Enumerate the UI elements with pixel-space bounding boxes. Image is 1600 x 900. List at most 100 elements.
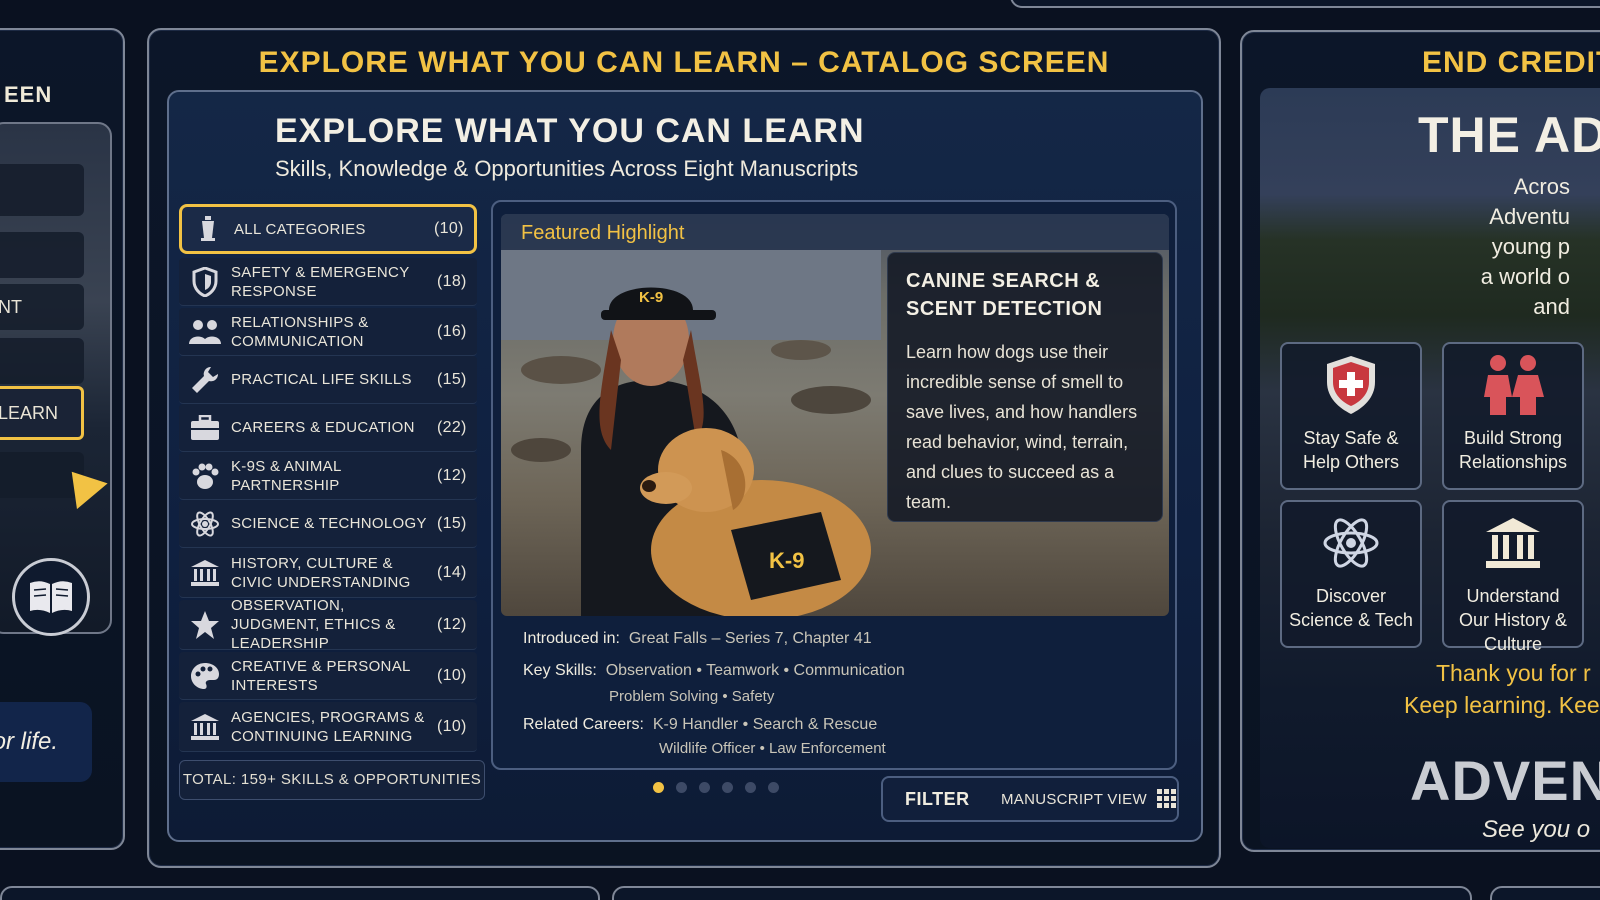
end-credits-screen: THE ADVE Acros Adventu young p a world o… (1260, 88, 1600, 848)
category-count: (12) (437, 466, 467, 484)
category-count: (12) (437, 615, 467, 633)
left-menu-item-2[interactable] (0, 232, 84, 278)
category-label: K-9s & Animal Partnership (231, 457, 342, 494)
featured-title: CANINE SEARCH & SCENT DETECTION (906, 270, 1103, 320)
category-label: Science & Technology (231, 515, 427, 532)
featured-highlight-card[interactable]: Featured Highlight K-9 K-9 CANINE SEARCH… (491, 200, 1177, 770)
credits-intro-line-3: young p (1491, 234, 1570, 259)
catalog-screen-panel: EXPLORE WHAT YOU CAN LEARN – CATALOG SCR… (147, 28, 1221, 868)
pagination-dot[interactable] (768, 782, 779, 793)
end-credits-panel: END CREDITS - THE ADVE Acros Adventu you… (1240, 30, 1600, 852)
category-creative[interactable]: Creative & Personal Interests (10) (179, 652, 477, 700)
manuscript-view-button[interactable]: Manuscript View (995, 789, 1177, 809)
category-count: (15) (437, 514, 467, 532)
catalog-screen-label: EXPLORE WHAT YOU CAN LEARN – CATALOG SCR… (258, 46, 1110, 79)
category-label: Safety & Emergency Response (231, 263, 410, 300)
meta-skills-value: Observation • Teamwork • Communication (605, 662, 905, 679)
category-practical-life[interactable]: Practical Life Skills (15) (179, 356, 477, 404)
category-count: (10) (434, 220, 464, 237)
lantern-icon (182, 216, 234, 242)
credit-tile-safety: Stay Safe & Help Others (1280, 342, 1422, 490)
k9-handler-illustration: K-9 K-9 (501, 250, 881, 616)
left-screen-panel: EEN NT LEARN for life. (0, 28, 125, 850)
catalog-screen: EXPLORE WHAT YOU CAN LEARN Skills, Knowl… (167, 90, 1203, 842)
meta-skills-label: Key Skills: (523, 662, 597, 679)
credits-brand: ADVENT (1410, 749, 1600, 812)
category-count: (10) (437, 666, 467, 684)
category-count: (18) (437, 272, 467, 290)
credit-tile-label: Stay Safe & Help Others (1302, 428, 1400, 472)
pagination-dot[interactable] (653, 782, 664, 793)
category-count: (16) (437, 322, 467, 340)
category-count: (15) (437, 370, 467, 388)
meta-skills: Key Skills: Observation • Teamwork • Com… (523, 662, 905, 680)
shield-icon (179, 266, 231, 297)
left-menu-item-4[interactable] (0, 338, 84, 384)
meta-skills-value-2: Problem Solving • Safety (609, 688, 775, 705)
meta-introduced-value: Great Falls – Series 7, Chapter 41 (628, 630, 872, 647)
people-icon (1484, 355, 1544, 415)
credits-title: THE ADVE (1418, 107, 1600, 163)
category-agencies[interactable]: Agencies, Programs & Continuing Learning… (179, 702, 477, 752)
grid-icon (1156, 789, 1176, 808)
category-k9[interactable]: K-9s & Animal Partnership (12) (179, 452, 477, 500)
bottom-right-frame-edge (1490, 886, 1600, 900)
atom-icon (179, 509, 231, 539)
page-title: EXPLORE WHAT YOU CAN LEARN (275, 112, 865, 150)
left-phone-mockup: NT LEARN (0, 122, 112, 634)
category-label: Relationships & Communication (231, 313, 369, 350)
total-summary: TOTAL: 159+ SKILLS & OPPORTUNITIES (179, 760, 485, 800)
category-label: Observation, Judgment, Ethics & Leadersh… (231, 597, 396, 652)
featured-description: Learn how dogs use their incredible sens… (906, 342, 1138, 512)
credit-tile-relationships: Build Strong Relationships (1442, 342, 1584, 490)
category-observation[interactable]: Observation, Judgment, Ethics & Leadersh… (179, 597, 477, 652)
featured-photo: Featured Highlight K-9 K-9 CANINE SEARCH… (501, 214, 1169, 616)
credit-tile-science: Discover Science & Tech (1280, 500, 1422, 648)
paw-icon (179, 462, 231, 490)
pagination-dot[interactable] (722, 782, 733, 793)
category-count: (22) (437, 418, 467, 436)
credit-tile-label: Discover Science & Tech (1289, 586, 1413, 630)
left-menu-item-3[interactable]: NT (0, 284, 84, 330)
credits-intro-line-5: and (1533, 294, 1570, 319)
category-all[interactable]: All Categories (10) (179, 204, 477, 254)
pagination-dot[interactable] (745, 782, 756, 793)
credit-tile-label: Build Strong Relationships (1458, 428, 1568, 472)
pagination-dot[interactable] (699, 782, 710, 793)
category-careers[interactable]: Careers & Education (22) (179, 404, 477, 452)
filter-button[interactable]: FILTER (883, 789, 995, 810)
credits-thanks-line-2: Keep learning. Kee (1404, 692, 1600, 718)
left-tagline-text: for life. (0, 728, 59, 755)
category-history[interactable]: History, Culture & Civic Understanding (… (179, 548, 477, 598)
open-book-icon (30, 581, 72, 613)
pagination-dot[interactable] (676, 782, 687, 793)
people-icon (179, 319, 231, 345)
bottom-center-frame-edge (612, 886, 1472, 900)
category-label: Agencies, Programs & Continuing Learning (231, 708, 425, 745)
category-label: Practical Life Skills (231, 371, 412, 388)
credits-intro-line-1: Acros (1513, 174, 1570, 199)
meta-careers-value-2: Wildlife Officer • Law Enforcement (659, 740, 886, 757)
book-button[interactable] (12, 558, 90, 636)
star-icon (179, 610, 231, 640)
shield-cross-icon (1327, 356, 1375, 414)
category-relationships[interactable]: Relationships & Communication (16) (179, 308, 477, 356)
category-safety[interactable]: Safety & Emergency Response (18) (179, 258, 477, 306)
palette-icon (179, 662, 231, 690)
category-count: (14) (437, 563, 467, 581)
left-menu-item-learn[interactable]: LEARN (0, 386, 84, 440)
end-credits-label: END CREDITS - (1422, 46, 1600, 79)
category-science[interactable]: Science & Technology (15) (179, 500, 477, 548)
meta-careers: Related Careers: K-9 Handler • Search & … (523, 716, 877, 734)
vest-badge-text: K-9 (769, 548, 804, 573)
credits-intro-line-2: Adventu (1489, 204, 1570, 229)
museum-icon (1486, 518, 1540, 568)
bottom-left-frame-edge (0, 886, 600, 900)
atom-icon (1323, 518, 1379, 568)
left-tagline: for life. (0, 702, 92, 782)
left-menu-item-1[interactable] (0, 164, 84, 216)
meta-careers-value: K-9 Handler • Search & Rescue (652, 716, 878, 733)
wrench-icon (179, 365, 231, 395)
building-icon (179, 713, 231, 741)
pagination-dots (653, 782, 779, 793)
